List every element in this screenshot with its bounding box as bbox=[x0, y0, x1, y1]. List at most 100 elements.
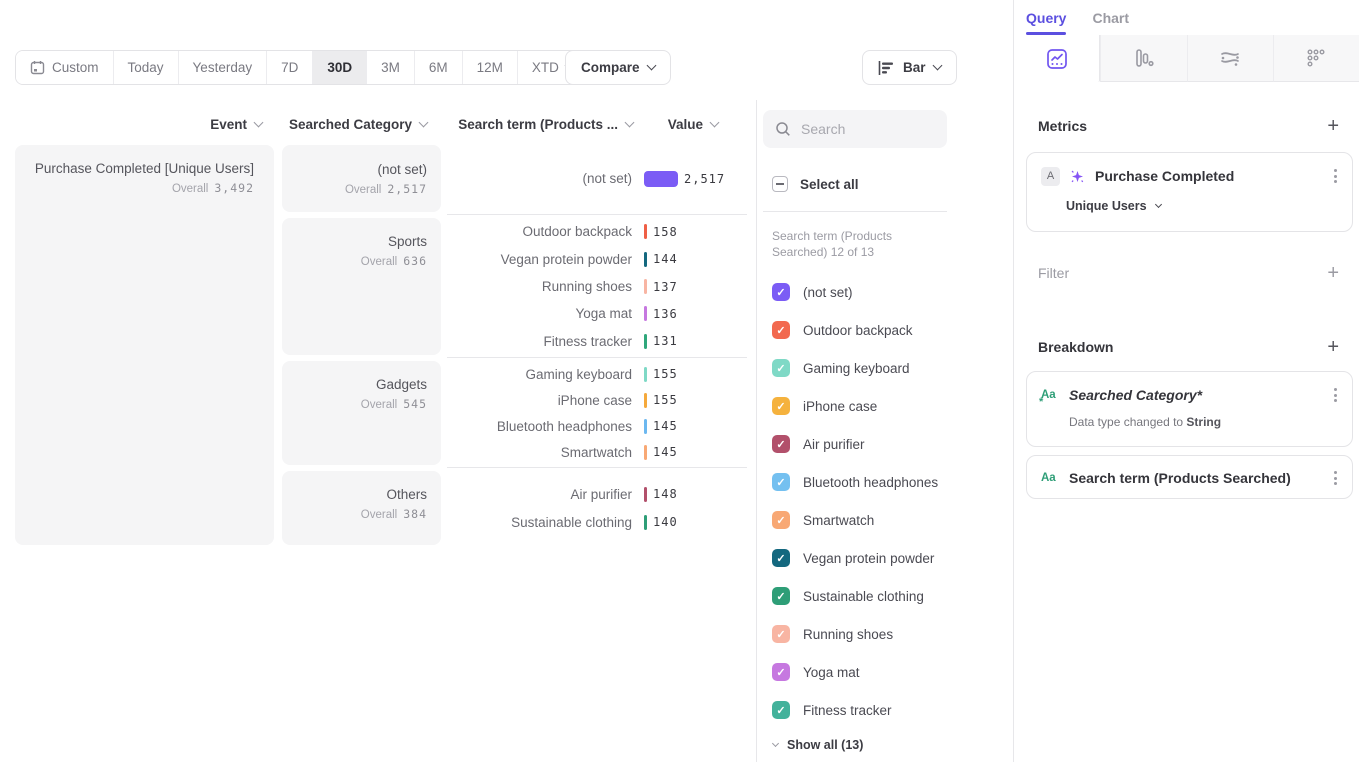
item-checkbox[interactable]: ✓ bbox=[772, 283, 790, 301]
compare-button[interactable]: Compare bbox=[565, 50, 671, 85]
legend-item[interactable]: ✓ Smartwatch bbox=[763, 501, 1013, 539]
value-bar bbox=[644, 487, 647, 502]
breakdown-name: Searched Category* bbox=[1069, 387, 1322, 403]
category-card[interactable]: Others Overall384 bbox=[282, 471, 441, 545]
breakdown-table: (not set) Overall2,517 (not set) 2,517 S… bbox=[282, 145, 755, 545]
term-row[interactable]: Fitness tracker 131 bbox=[449, 328, 755, 355]
item-checkbox[interactable]: ✓ bbox=[772, 701, 790, 719]
legend-item[interactable]: ✓ Running shoes bbox=[763, 615, 1013, 653]
legend-item[interactable]: ✓ Outdoor backpack bbox=[763, 311, 1013, 349]
item-checkbox[interactable]: ✓ bbox=[772, 587, 790, 605]
chevron-down-icon bbox=[1155, 200, 1162, 207]
value-bar bbox=[644, 445, 647, 460]
item-checkbox[interactable]: ✓ bbox=[772, 549, 790, 567]
date-range-picker: Custom Today Yesterday 7D 30D 3M 6M 12M … bbox=[15, 50, 588, 85]
chevron-down-icon bbox=[772, 739, 779, 746]
more-menu-icon[interactable] bbox=[1331, 385, 1340, 405]
date-range-today-button[interactable]: Today bbox=[113, 51, 178, 84]
date-range-12m-button[interactable]: 12M bbox=[462, 51, 517, 84]
item-checkbox[interactable]: ✓ bbox=[772, 663, 790, 681]
tab-insights[interactable] bbox=[1014, 35, 1100, 82]
date-range-6m-button[interactable]: 6M bbox=[414, 51, 462, 84]
metric-type-dropdown[interactable]: Unique Users bbox=[1066, 199, 1340, 213]
bar-chart-icon bbox=[878, 60, 895, 76]
tab-flows[interactable] bbox=[1187, 35, 1273, 82]
select-all[interactable]: Select all bbox=[772, 176, 1013, 192]
chart-type-button[interactable]: Bar bbox=[862, 50, 957, 85]
check-icon: ✓ bbox=[776, 552, 785, 565]
item-checkbox[interactable]: ✓ bbox=[772, 625, 790, 643]
date-range-custom-button[interactable]: Custom bbox=[16, 51, 113, 84]
chevron-down-icon bbox=[932, 61, 942, 71]
term-row[interactable]: iPhone case 155 bbox=[449, 387, 755, 413]
item-checkbox[interactable]: ✓ bbox=[772, 397, 790, 415]
group-not-set: (not set) Overall2,517 (not set) 2,517 bbox=[282, 145, 755, 212]
date-range-30d-button[interactable]: 30D bbox=[312, 51, 366, 84]
more-menu-icon[interactable] bbox=[1331, 166, 1340, 186]
breakdown-card[interactable]: Aa Searched Category* Data type changed … bbox=[1026, 371, 1353, 447]
value-bar bbox=[644, 367, 647, 382]
more-menu-icon[interactable] bbox=[1331, 468, 1340, 488]
add-metric-button[interactable]: + bbox=[1327, 116, 1339, 136]
value-bar bbox=[644, 515, 647, 530]
check-icon: ✓ bbox=[776, 286, 785, 299]
check-icon: ✓ bbox=[776, 476, 785, 489]
tab-query[interactable]: Query bbox=[1026, 10, 1066, 35]
column-header-value[interactable]: Value bbox=[635, 117, 718, 132]
breakdown-header: Breakdown + bbox=[1038, 337, 1339, 357]
check-icon: ✓ bbox=[776, 400, 785, 413]
category-card[interactable]: Gadgets Overall545 bbox=[282, 361, 441, 465]
add-filter-button[interactable]: + bbox=[1327, 263, 1339, 283]
legend-item[interactable]: ✓ Bluetooth headphones bbox=[763, 463, 1013, 501]
breakdown-card[interactable]: Aa Search term (Products Searched) bbox=[1026, 455, 1353, 499]
legend-list: ✓ (not set) ✓ Outdoor backpack ✓ Gaming … bbox=[763, 273, 1013, 729]
divider bbox=[763, 211, 947, 212]
select-all-checkbox[interactable] bbox=[772, 176, 788, 192]
tab-retention[interactable] bbox=[1273, 35, 1359, 82]
item-checkbox[interactable]: ✓ bbox=[772, 473, 790, 491]
chevron-down-icon bbox=[625, 118, 635, 128]
term-row[interactable]: (not set) 2,517 bbox=[449, 165, 755, 193]
item-checkbox[interactable]: ✓ bbox=[772, 435, 790, 453]
tab-chart[interactable]: Chart bbox=[1092, 10, 1129, 35]
term-row[interactable]: Sustainable clothing 140 bbox=[449, 508, 755, 536]
item-checkbox[interactable]: ✓ bbox=[772, 359, 790, 377]
event-card[interactable]: Purchase Completed [Unique Users] Overal… bbox=[15, 145, 274, 545]
chevron-down-icon bbox=[710, 118, 720, 128]
breakdown-note: Data type changed to String bbox=[1069, 415, 1340, 429]
item-checkbox[interactable]: ✓ bbox=[772, 321, 790, 339]
metric-card[interactable]: A Purchase Completed Unique Users bbox=[1026, 152, 1353, 232]
term-row[interactable]: Running shoes 137 bbox=[449, 273, 755, 300]
search-input[interactable] bbox=[801, 121, 931, 137]
date-range-3m-button[interactable]: 3M bbox=[366, 51, 414, 84]
calendar-icon bbox=[30, 60, 45, 75]
tab-funnels[interactable] bbox=[1100, 35, 1186, 82]
legend-item[interactable]: ✓ Gaming keyboard bbox=[763, 349, 1013, 387]
term-row[interactable]: Air purifier 148 bbox=[449, 480, 755, 508]
term-row[interactable]: Outdoor backpack 158 bbox=[449, 218, 755, 245]
item-checkbox[interactable]: ✓ bbox=[772, 511, 790, 529]
check-icon: ✓ bbox=[776, 438, 785, 451]
category-card[interactable]: Sports Overall636 bbox=[282, 218, 441, 355]
category-card[interactable]: (not set) Overall2,517 bbox=[282, 145, 441, 212]
legend-item[interactable]: ✓ Vegan protein powder bbox=[763, 539, 1013, 577]
show-all-button[interactable]: Show all (13) bbox=[773, 738, 1013, 752]
legend-item[interactable]: ✓ Air purifier bbox=[763, 425, 1013, 463]
legend-item[interactable]: ✓ Fitness tracker bbox=[763, 691, 1013, 729]
term-row[interactable]: Yoga mat 136 bbox=[449, 300, 755, 327]
legend-item[interactable]: ✓ Sustainable clothing bbox=[763, 577, 1013, 615]
date-range-7d-button[interactable]: 7D bbox=[266, 51, 312, 84]
date-range-yesterday-button[interactable]: Yesterday bbox=[178, 51, 267, 84]
column-header-event[interactable]: Event bbox=[15, 117, 262, 132]
legend-item[interactable]: ✓ Yoga mat bbox=[763, 653, 1013, 691]
term-row[interactable]: Gaming keyboard 155 bbox=[449, 361, 755, 387]
term-row[interactable]: Bluetooth headphones 145 bbox=[449, 413, 755, 439]
legend-item[interactable]: ✓ iPhone case bbox=[763, 387, 1013, 425]
column-header-searched-category[interactable]: Searched Category bbox=[282, 117, 427, 132]
column-header-search-term[interactable]: Search term (Products ... bbox=[455, 117, 633, 132]
term-row[interactable]: Smartwatch 145 bbox=[449, 439, 755, 465]
legend-item[interactable]: ✓ (not set) bbox=[763, 273, 1013, 311]
term-row[interactable]: Vegan protein powder 144 bbox=[449, 245, 755, 272]
add-breakdown-button[interactable]: + bbox=[1327, 337, 1339, 357]
funnels-icon bbox=[1133, 47, 1155, 69]
